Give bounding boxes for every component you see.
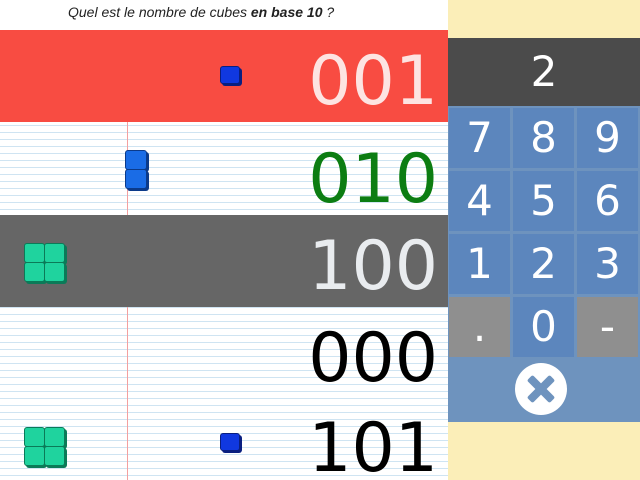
key-7[interactable]: 7 <box>449 108 510 168</box>
answer-row-1[interactable]: 001 <box>0 30 448 122</box>
answer-row-3[interactable]: 100 <box>0 215 448 307</box>
binary-number: 000 <box>308 319 438 398</box>
square-block-cell-icon <box>44 446 65 466</box>
question-suffix: ? <box>322 4 335 20</box>
square-block-cell-icon <box>44 262 65 282</box>
key-5[interactable]: 5 <box>513 171 574 231</box>
key-9[interactable]: 9 <box>577 108 638 168</box>
square-block-cell-icon <box>24 243 45 263</box>
binary-number: 101 <box>308 409 438 480</box>
key-0[interactable]: 0 <box>513 297 574 357</box>
question-emphasis: en base 10 <box>250 4 323 20</box>
question-text: Quel est le nombre de cubes en base 10 ? <box>68 4 334 20</box>
square-block-cell-icon <box>24 446 45 466</box>
answer-row-4[interactable]: 000 <box>0 307 448 399</box>
key-decimal-point[interactable]: . <box>449 297 510 357</box>
key-4[interactable]: 4 <box>449 171 510 231</box>
key-2[interactable]: 2 <box>513 234 574 294</box>
question-prefix: Quel est le nombre de cubes <box>68 4 251 20</box>
key-minus[interactable]: - <box>577 297 638 357</box>
notebook-area: Quel est le nombre de cubes en base 10 ?… <box>0 0 448 480</box>
square-block-cell-icon <box>24 427 45 447</box>
key-8[interactable]: 8 <box>513 108 574 168</box>
close-circle-icon <box>515 363 567 415</box>
square-block-cell-icon <box>24 262 45 282</box>
unit-cube-icon <box>220 66 240 84</box>
answer-row-2[interactable]: 010 <box>0 122 448 219</box>
binary-number: 001 <box>308 42 438 121</box>
binary-number: 100 <box>308 227 438 306</box>
binary-number: 010 <box>308 140 438 219</box>
answer-row-5[interactable]: 101 <box>0 399 448 480</box>
square-block-cell-icon <box>44 427 65 447</box>
key-1[interactable]: 1 <box>449 234 510 294</box>
key-3[interactable]: 3 <box>577 234 638 294</box>
numeric-keypad: 2 7 8 9 4 5 6 1 2 3 . 0 - <box>448 38 640 422</box>
key-6[interactable]: 6 <box>577 171 638 231</box>
rod-cube-bottom-icon <box>125 169 147 189</box>
question-bar: Quel est le nombre de cubes en base 10 ? <box>0 0 448 30</box>
square-block-cell-icon <box>44 243 65 263</box>
clear-button[interactable] <box>448 360 640 422</box>
unit-cube-icon <box>220 433 240 451</box>
rod-cube-top-icon <box>125 150 147 170</box>
answer-display: 2 <box>448 38 640 106</box>
